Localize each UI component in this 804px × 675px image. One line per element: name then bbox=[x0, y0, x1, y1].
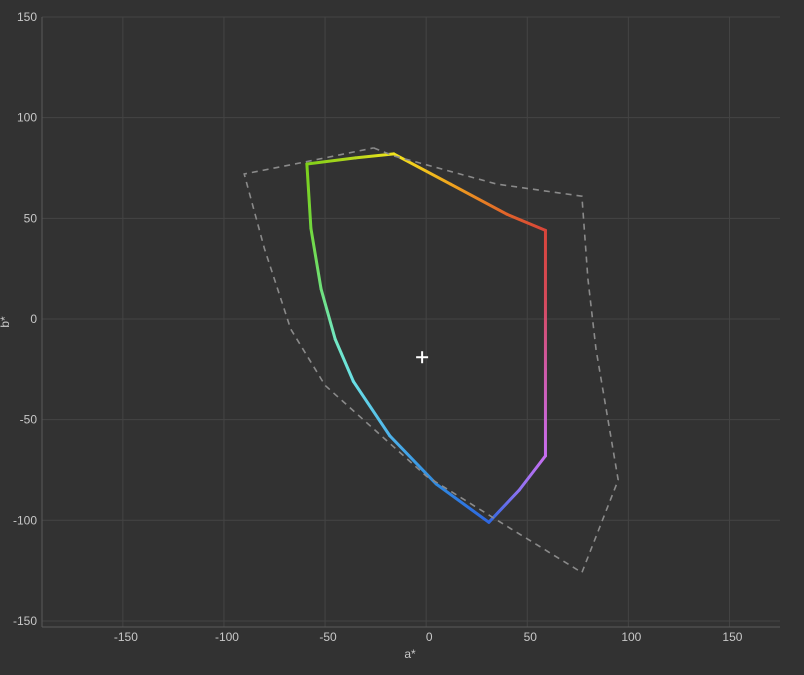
x-tick-label: 100 bbox=[621, 630, 641, 644]
x-tick-label: -50 bbox=[319, 630, 337, 644]
y-tick-label: 50 bbox=[24, 211, 38, 225]
y-tick-label: 150 bbox=[17, 10, 37, 24]
y-tick-label: -100 bbox=[13, 513, 37, 527]
x-tick-label: 0 bbox=[426, 630, 433, 644]
x-axis-label: a* bbox=[404, 647, 416, 661]
y-tick-label: -50 bbox=[20, 413, 38, 427]
y-tick-label: 100 bbox=[17, 111, 37, 125]
x-tick-label: 50 bbox=[524, 630, 538, 644]
y-axis-label: b* bbox=[0, 316, 12, 328]
x-tick-label: -100 bbox=[215, 630, 239, 644]
gamut-plot: -150 -100 -50 0 50 100 150 150 100 50 0 -50 -100 -150… bbox=[0, 0, 804, 675]
x-tick-label: -150 bbox=[114, 630, 138, 644]
y-tick-label: -150 bbox=[13, 614, 37, 628]
y-tick-label: 0 bbox=[30, 312, 37, 326]
plot-background bbox=[0, 0, 804, 675]
x-tick-label: 150 bbox=[722, 630, 742, 644]
